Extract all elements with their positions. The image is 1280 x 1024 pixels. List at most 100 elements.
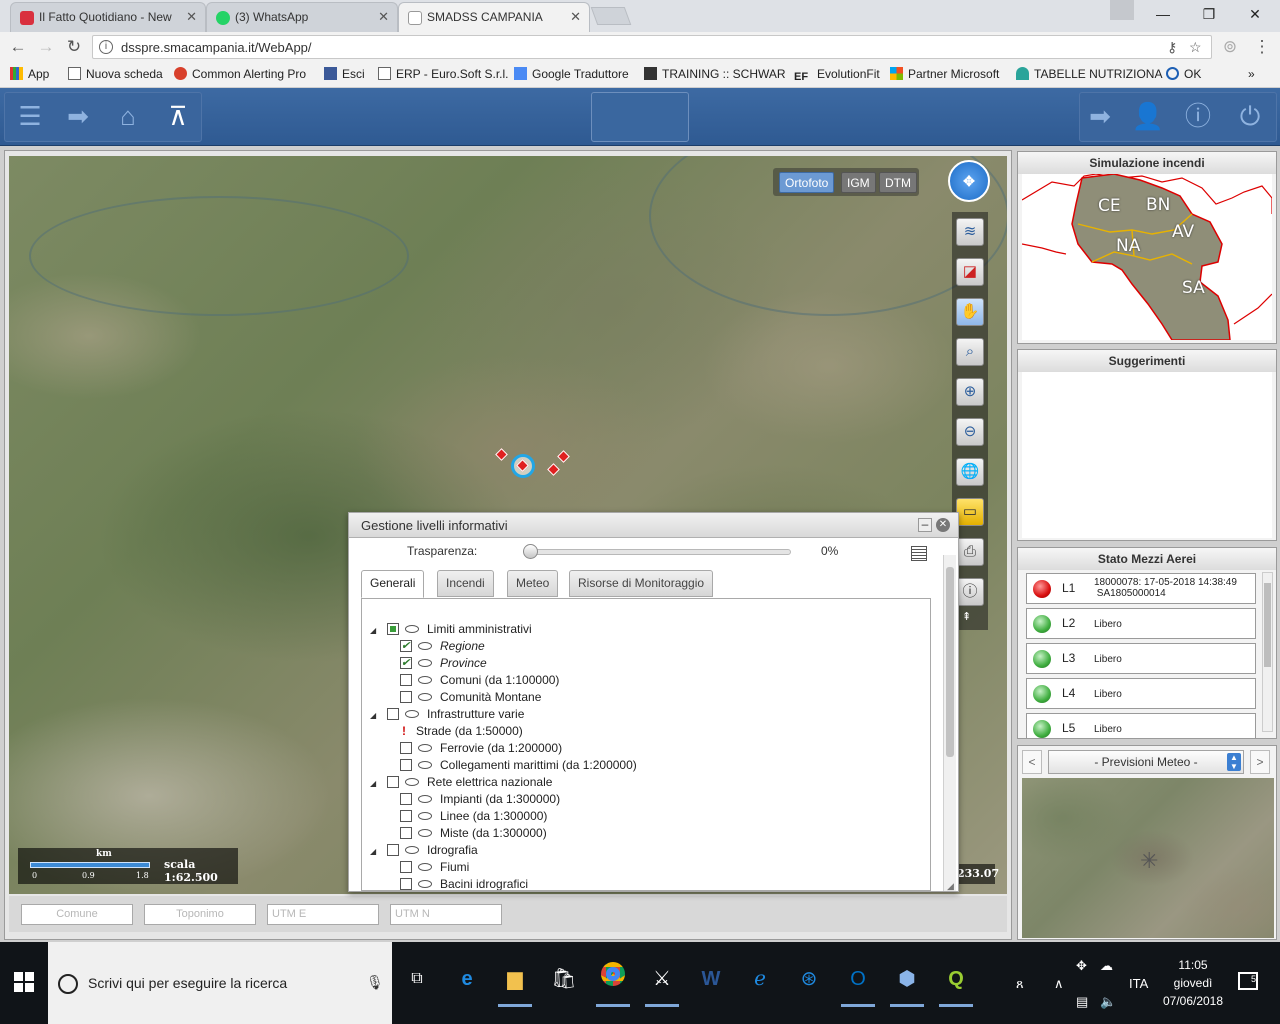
mezzi-scrollbar-thumb[interactable]	[1264, 583, 1271, 667]
bookmark-item[interactable]: ERP - Euro.Soft S.r.l.	[378, 67, 509, 81]
extension-icon[interactable]: ⊚	[1220, 36, 1240, 58]
profile-icon[interactable]	[1110, 0, 1134, 20]
meteo-prev-button[interactable]: <	[1022, 750, 1042, 774]
layer-checkbox[interactable]	[400, 810, 412, 822]
globe-icon[interactable]: 🌐	[956, 458, 984, 486]
people-icon[interactable]: ጸ	[1016, 976, 1024, 992]
bookmark-item[interactable]: Common Alerting Pro	[174, 67, 306, 81]
dialog-scrollbar[interactable]	[943, 555, 956, 891]
zoom-in-icon[interactable]: ⊕	[956, 378, 984, 406]
identify-info-icon[interactable]: ⓘ	[956, 578, 984, 606]
overview-icon[interactable]: ◪	[956, 258, 984, 286]
layers-icon[interactable]: ≋	[956, 218, 984, 246]
back-icon[interactable]: ←	[8, 36, 28, 58]
layer-tree-row[interactable]: Impianti (da 1:300000)	[400, 791, 560, 808]
layer-tree-row[interactable]: Province	[400, 655, 487, 672]
layer-visibility-icon[interactable]	[405, 625, 419, 633]
mezzo-item-l4[interactable]: L4 Libero	[1026, 678, 1256, 709]
layer-visibility-icon[interactable]	[418, 795, 432, 803]
tab-risorse-monitoraggio[interactable]: Risorse di Monitoraggio	[569, 570, 714, 597]
chrome-icon[interactable]	[596, 962, 630, 1007]
network-app-icon[interactable]: ⊛	[792, 962, 826, 996]
layer-visibility-icon[interactable]	[405, 846, 419, 854]
layer-tree-row[interactable]: ◢ Infrastrutture varie	[370, 706, 524, 723]
bookmark-item[interactable]: Esci	[324, 67, 365, 81]
zoom-out-icon[interactable]: ⊖	[956, 418, 984, 446]
layer-visibility-icon[interactable]	[405, 778, 419, 786]
key-icon[interactable]: ⚷	[1167, 39, 1177, 56]
layer-checkbox[interactable]	[387, 623, 399, 635]
utm-e-input[interactable]: UTM E	[267, 904, 379, 925]
expand-toggle-icon[interactable]: ◢	[370, 843, 378, 860]
qgis-icon[interactable]: Q	[939, 962, 973, 1007]
expand-toggle-icon[interactable]: ◢	[370, 707, 378, 724]
store-icon[interactable]: 🛍	[547, 962, 581, 996]
meteo-select[interactable]: - Previsioni Meteo - ▲ ▼	[1048, 750, 1244, 774]
layer-tree-row[interactable]: ◢ Rete elettrica nazionale	[370, 774, 552, 791]
tab-incendi[interactable]: Incendi	[437, 570, 494, 597]
file-explorer-icon[interactable]: ▆	[498, 962, 532, 1007]
utm-n-input[interactable]: UTM N	[390, 904, 502, 925]
layer-visibility-icon[interactable]	[418, 829, 432, 837]
layer-checkbox[interactable]	[400, 674, 412, 686]
layer-visibility-icon[interactable]	[418, 642, 432, 650]
layer-tree-row[interactable]: ◢ Limiti amministrativi	[370, 621, 532, 638]
tray-expand-icon[interactable]: ∧	[1054, 976, 1064, 992]
layer-checkbox[interactable]	[400, 861, 412, 873]
dialog-titlebar[interactable]: Gestione livelli informativi – ✕	[349, 513, 958, 538]
dropbox-icon[interactable]: ✥	[1076, 958, 1087, 974]
base-layer-igm[interactable]: IGM	[841, 172, 876, 193]
layer-visibility-icon[interactable]	[418, 812, 432, 820]
pan-hand-icon[interactable]: ✋	[956, 298, 984, 326]
layer-visibility-icon[interactable]	[418, 744, 432, 752]
layer-tree-row[interactable]: Fiumi	[400, 859, 469, 876]
tab-close-icon[interactable]: ✕	[570, 3, 581, 31]
outlook-icon[interactable]: O	[841, 962, 875, 1007]
game-app-icon[interactable]: ⚔	[645, 962, 679, 1007]
layer-checkbox[interactable]	[400, 742, 412, 754]
site-info-icon[interactable]: i	[99, 40, 113, 54]
layer-visibility-icon[interactable]	[418, 676, 432, 684]
close-dialog-icon[interactable]: ✕	[936, 518, 950, 532]
layer-tree-row[interactable]: Ferrovie (da 1:200000)	[400, 740, 562, 757]
home-icon[interactable]: ⌂	[106, 94, 150, 140]
layer-tree-row[interactable]: Comuni (da 1:100000)	[400, 672, 559, 689]
word-icon[interactable]: W	[694, 962, 728, 996]
bookmark-item[interactable]: OK	[1166, 67, 1201, 81]
taskbar-clock[interactable]: 11:05 giovedì 07/06/2018	[1158, 956, 1228, 1010]
base-layer-ortofoto[interactable]: Ortofoto	[779, 172, 835, 193]
toponimo-input[interactable]: Toponimo	[144, 904, 256, 925]
cloud-icon[interactable]: ☁	[1100, 958, 1113, 974]
layer-tree-row[interactable]: Regione	[400, 638, 485, 655]
edge-icon[interactable]: e	[450, 962, 484, 996]
layer-tree-row[interactable]: Linee (da 1:300000)	[400, 808, 547, 825]
transparency-slider-handle[interactable]	[523, 544, 538, 559]
layer-visibility-icon[interactable]	[418, 693, 432, 701]
expand-toggle-icon[interactable]: ◢	[370, 775, 378, 792]
layer-visibility-icon[interactable]	[418, 761, 432, 769]
windows-start-icon[interactable]	[14, 972, 34, 992]
meteo-next-button[interactable]: >	[1250, 750, 1270, 774]
layer-checkbox[interactable]	[400, 638, 412, 655]
layer-visibility-icon[interactable]	[418, 863, 432, 871]
layer-checkbox[interactable]	[400, 878, 412, 890]
bookmark-item[interactable]: EF EvolutionFit	[794, 67, 880, 84]
layer-checkbox[interactable]	[400, 759, 412, 771]
ruler-icon[interactable]: ▭	[956, 498, 984, 526]
layer-checkbox[interactable]	[400, 827, 412, 839]
layer-checkbox[interactable]	[400, 793, 412, 805]
cube-app-icon[interactable]: ⬢	[890, 962, 924, 1007]
internet-explorer-icon[interactable]: ℯ	[743, 962, 777, 996]
campania-map[interactable]: CE BN NA AV SA	[1021, 173, 1273, 341]
power-icon[interactable]: ⏻	[1228, 94, 1272, 140]
bookmark-item[interactable]: TABELLE NUTRIZIONA	[1016, 67, 1162, 81]
bookmarks-more[interactable]: »	[1248, 67, 1255, 81]
layer-tree-row[interactable]: Miste (da 1:300000)	[400, 825, 547, 842]
menu-list-icon[interactable]: ☰	[8, 94, 52, 140]
layer-tree-row[interactable]: Collegamenti marittimi (da 1:200000)	[400, 757, 637, 774]
layer-tree-row[interactable]: ◢ Idrografia	[370, 842, 478, 859]
mezzo-item-l1[interactable]: L1 18000078: 17-05-2018 14:38:49 SA18050…	[1026, 573, 1256, 604]
comune-input[interactable]: Comune	[21, 904, 133, 925]
minimize-icon[interactable]: —	[1140, 0, 1186, 28]
new-tab-button[interactable]	[590, 7, 632, 25]
